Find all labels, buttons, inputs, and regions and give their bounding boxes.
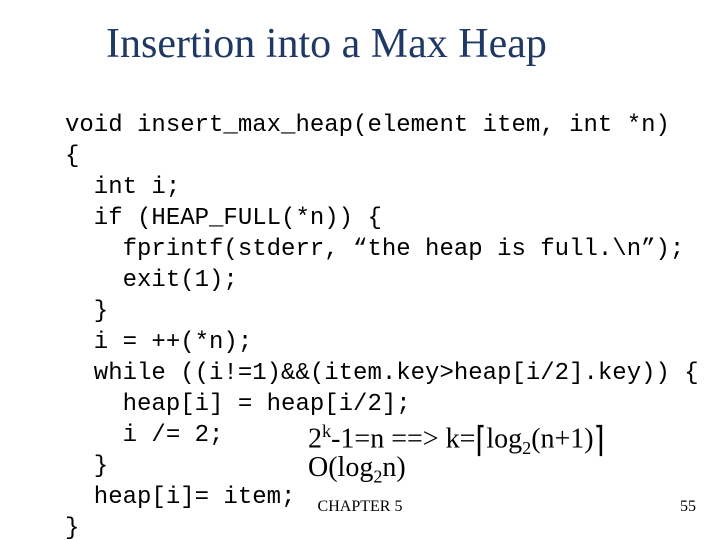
code-line: while ((i!=1)&&(item.key>heap[i/2].key))… bbox=[65, 360, 699, 387]
code-line: exit(1); bbox=[65, 267, 238, 294]
big-o-complexity: O(log2n) bbox=[308, 452, 406, 488]
footer-page-number: 55 bbox=[680, 498, 696, 516]
slide-title: Insertion into a Max Heap bbox=[106, 20, 690, 68]
code-line: } bbox=[65, 298, 108, 325]
ceiling-right: ⌉ bbox=[594, 419, 605, 462]
code-line: i = ++(*n); bbox=[65, 329, 252, 356]
code-line: i /= 2; bbox=[65, 422, 223, 449]
exponent-k: k bbox=[322, 421, 331, 441]
code-line: fprintf(stderr, “the heap is full.\n”); bbox=[65, 236, 684, 263]
term-2: 2 bbox=[308, 423, 322, 454]
ceiling-left: ⌈ bbox=[475, 419, 486, 462]
code-line: if (HEAP_FULL(*n)) { bbox=[65, 205, 382, 232]
big-o-suffix: n) bbox=[382, 452, 405, 483]
code-line: heap[i] = heap[i/2]; bbox=[65, 391, 411, 418]
middle-text: -1=n ==> k= bbox=[331, 423, 475, 454]
code-line: void insert_max_heap(element item, int *… bbox=[65, 112, 670, 139]
big-o-prefix: O(log bbox=[308, 452, 373, 483]
code-line: } bbox=[65, 453, 108, 480]
slide: Insertion into a Max Heap void insert_ma… bbox=[0, 0, 720, 540]
code-line: int i; bbox=[65, 174, 180, 201]
log-arg: (n+1) bbox=[531, 423, 593, 454]
code-line: { bbox=[65, 143, 79, 170]
log-base-2: 2 bbox=[522, 438, 531, 458]
log-text: log bbox=[486, 423, 522, 454]
code-line: } bbox=[65, 515, 79, 540]
footer-chapter: CHAPTER 5 bbox=[0, 498, 720, 516]
